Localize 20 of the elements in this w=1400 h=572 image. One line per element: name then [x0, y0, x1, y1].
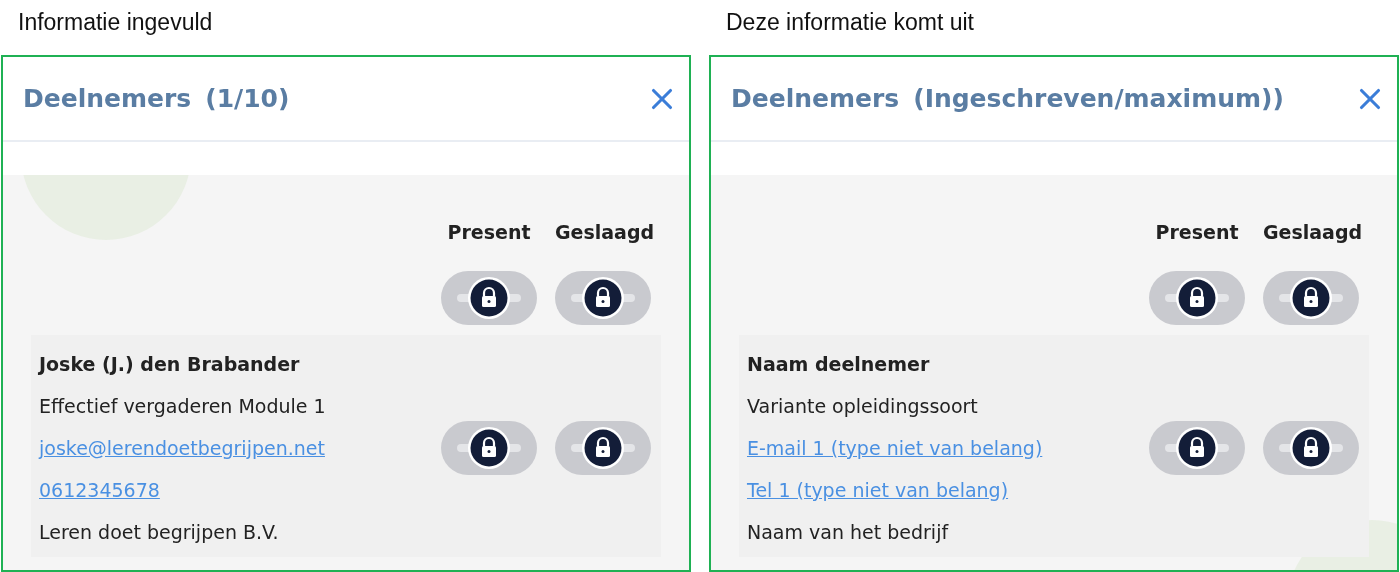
- column-header: Present: [1154, 220, 1240, 244]
- participant-info: Variante opleidingssoort: [747, 394, 979, 419]
- contact-link[interactable]: joske@lerendoetbegrijpen.net: [39, 437, 325, 459]
- panel-title: Deelnemers: [731, 84, 900, 113]
- column-header: Present: [446, 220, 532, 244]
- panel-title: Deelnemers: [23, 84, 192, 113]
- contact-link[interactable]: E-mail 1 (type niet van belang): [747, 437, 1043, 459]
- participant-name: Naam deelnemer: [747, 352, 931, 377]
- participant-count: (Ingeschreven/maximum)): [913, 84, 1284, 113]
- participant-info: Leren doet begrijpen B.V.: [39, 520, 280, 545]
- contact-link[interactable]: 0612345678: [39, 479, 160, 501]
- caption-text: Informatie ingevuld: [17, 8, 214, 37]
- column-header: Geslaagd: [1263, 220, 1359, 244]
- participant-count: (1/10): [205, 84, 290, 113]
- participant-info: Effectief vergaderen Module 1: [39, 394, 327, 419]
- contact-link[interactable]: Tel 1 (type niet van belang): [747, 479, 1009, 501]
- column-header: Geslaagd: [555, 220, 651, 244]
- caption-text: Deze informatie komt uit: [725, 8, 975, 37]
- participant-name: Joske (J.) den Brabander: [39, 352, 301, 377]
- participant-info: Naam van het bedrijf: [747, 520, 950, 545]
